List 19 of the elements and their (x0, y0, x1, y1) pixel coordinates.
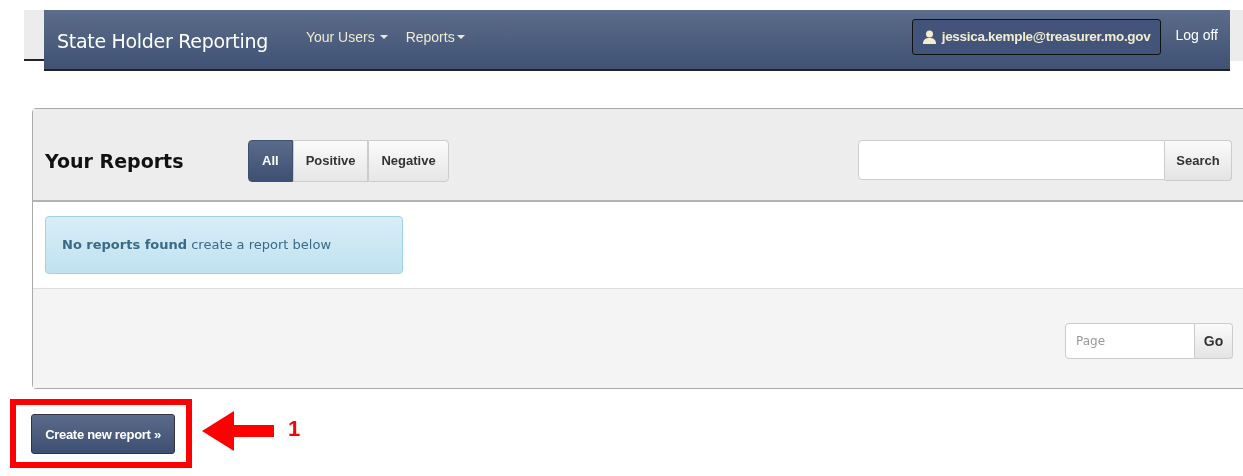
user-icon (922, 29, 936, 44)
panel-title: Your Reports (45, 149, 185, 172)
nav-menu[interactable]: Your Users (305, 28, 388, 45)
page-field[interactable]: Page (1065, 322, 1195, 359)
brand-title[interactable]: State Holder Reporting (57, 29, 268, 52)
create-report-button[interactable]: Create new report » (31, 414, 175, 454)
filter-button[interactable]: Positive (292, 139, 369, 182)
info-alert: No reports found create a report below (45, 216, 403, 274)
step-number: 1 (288, 415, 301, 442)
nav-menu[interactable]: Reports (405, 28, 465, 45)
search-button[interactable]: Search (1165, 140, 1232, 181)
side-strip (1230, 10, 1243, 61)
filter-button[interactable]: All (248, 139, 293, 182)
user-button[interactable]: jessica.kemple@treasurer.mo.gov (911, 18, 1162, 55)
log-off-link[interactable]: Log off (1175, 26, 1218, 43)
arrow-icon (202, 410, 274, 451)
search-field[interactable] (858, 140, 1165, 180)
filter-button[interactable]: Negative (368, 139, 449, 182)
go-button[interactable]: Go (1195, 322, 1233, 359)
